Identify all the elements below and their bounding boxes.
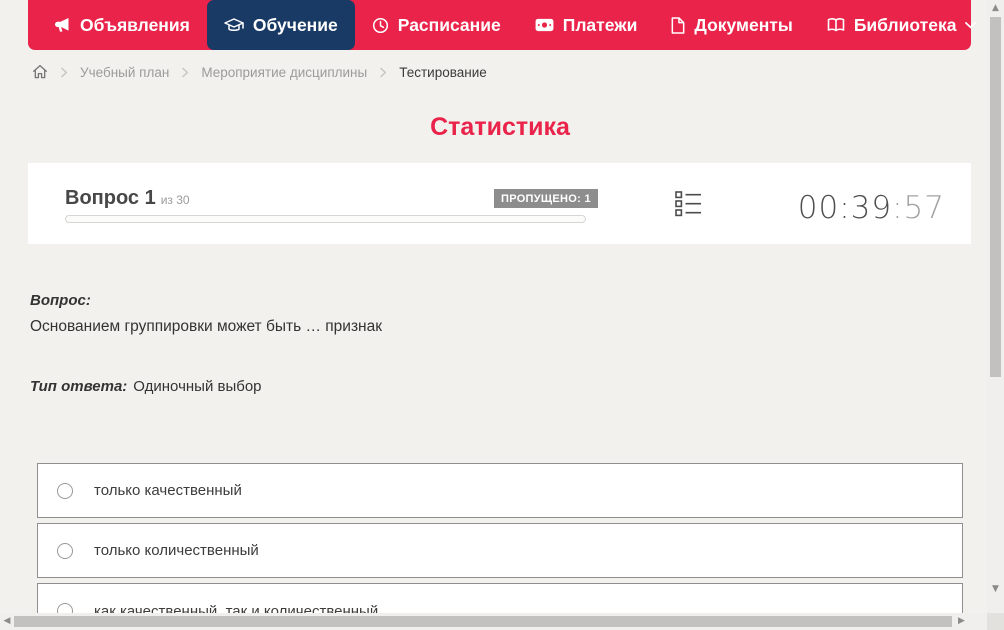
nav-item-label: Библиотека: [854, 15, 957, 36]
nav-item-payments[interactable]: Платежи: [518, 0, 655, 50]
main-navbar: Объявления Обучение Расписание: [28, 0, 971, 50]
nav-item-label: Документы: [694, 15, 792, 36]
breadcrumb-separator-icon: [379, 67, 387, 78]
chevron-down-icon: [965, 22, 976, 29]
radio-button[interactable]: [57, 543, 73, 559]
nav-item-label: Платежи: [563, 15, 638, 36]
answer-option-1[interactable]: только качественный: [37, 463, 963, 518]
question-list-icon: [675, 204, 702, 221]
nav-item-label: Объявления: [80, 15, 190, 36]
vertical-scrollbar[interactable]: ▲ ▼: [987, 0, 1004, 613]
question-number-label: Вопрос 1: [65, 187, 156, 209]
answer-type: Тип ответа: Одиночный выбор: [30, 378, 262, 395]
megaphone-icon: [53, 17, 71, 33]
breadcrumb-separator-icon: [60, 67, 68, 78]
test-page: Объявления Обучение Расписание: [0, 0, 1004, 630]
vertical-scrollbar-thumb[interactable]: [990, 17, 1001, 377]
open-book-icon: [827, 17, 845, 33]
graduation-cap-icon: [224, 17, 244, 34]
nav-item-schedule[interactable]: Расписание: [355, 0, 518, 50]
question-text: Основанием группировки может быть … приз…: [30, 318, 382, 336]
answer-option-label: только качественный: [94, 482, 242, 499]
answer-type-label: Тип ответа:: [30, 378, 127, 395]
nav-item-documents[interactable]: Документы: [654, 0, 809, 50]
nav-item-library[interactable]: Библиотека: [810, 0, 994, 50]
breadcrumb-item-discipline-event[interactable]: Мероприятие дисциплины: [201, 65, 367, 80]
breadcrumb-item-testing: Тестирование: [399, 65, 487, 80]
banknote-icon: [535, 18, 554, 32]
scroll-left-icon[interactable]: ◀: [0, 613, 14, 630]
clock-icon: [372, 17, 389, 34]
radio-button[interactable]: [57, 483, 73, 499]
nav-item-label: Расписание: [398, 15, 501, 36]
skipped-badge: ПРОПУЩЕНО: 1: [494, 189, 598, 208]
breadcrumb-separator-icon: [181, 67, 189, 78]
question-list-button[interactable]: [675, 191, 702, 222]
page-title: Статистика: [0, 113, 1000, 142]
document-icon: [671, 17, 685, 34]
home-icon[interactable]: [32, 64, 48, 80]
scroll-right-icon[interactable]: ▶: [953, 613, 970, 630]
breadcrumb: Учебный план Мероприятие дисциплины Тест…: [32, 62, 487, 82]
scroll-down-icon[interactable]: ▼: [987, 581, 1004, 598]
breadcrumb-item-curriculum[interactable]: Учебный план: [80, 65, 169, 80]
nav-item-label: Обучение: [253, 15, 338, 36]
timer-seconds: :57: [892, 190, 945, 226]
timer-minutes: 00:39: [798, 190, 892, 226]
horizontal-scrollbar-thumb[interactable]: [14, 616, 952, 627]
nav-item-announcements[interactable]: Объявления: [36, 0, 207, 50]
scrollbar-corner: [987, 613, 1004, 630]
progress-bar: [65, 215, 586, 223]
question-status-panel: Вопрос 1 из 30 ПРОПУЩЕНО: 1 00:39:57: [28, 163, 971, 244]
answer-type-value: Одиночный выбор: [133, 378, 261, 395]
answer-option-label: только количественный: [94, 542, 259, 559]
nav-item-education[interactable]: Обучение: [207, 0, 355, 50]
question-label: Вопрос:: [30, 292, 91, 309]
question-total: из 30: [161, 193, 190, 207]
horizontal-scrollbar[interactable]: ◀ ▶: [0, 613, 987, 630]
scroll-up-icon[interactable]: ▲: [987, 0, 1004, 17]
question-number: Вопрос 1 из 30: [65, 187, 190, 210]
answer-option-2[interactable]: только количественный: [37, 523, 963, 578]
timer: 00:39:57: [798, 190, 945, 226]
